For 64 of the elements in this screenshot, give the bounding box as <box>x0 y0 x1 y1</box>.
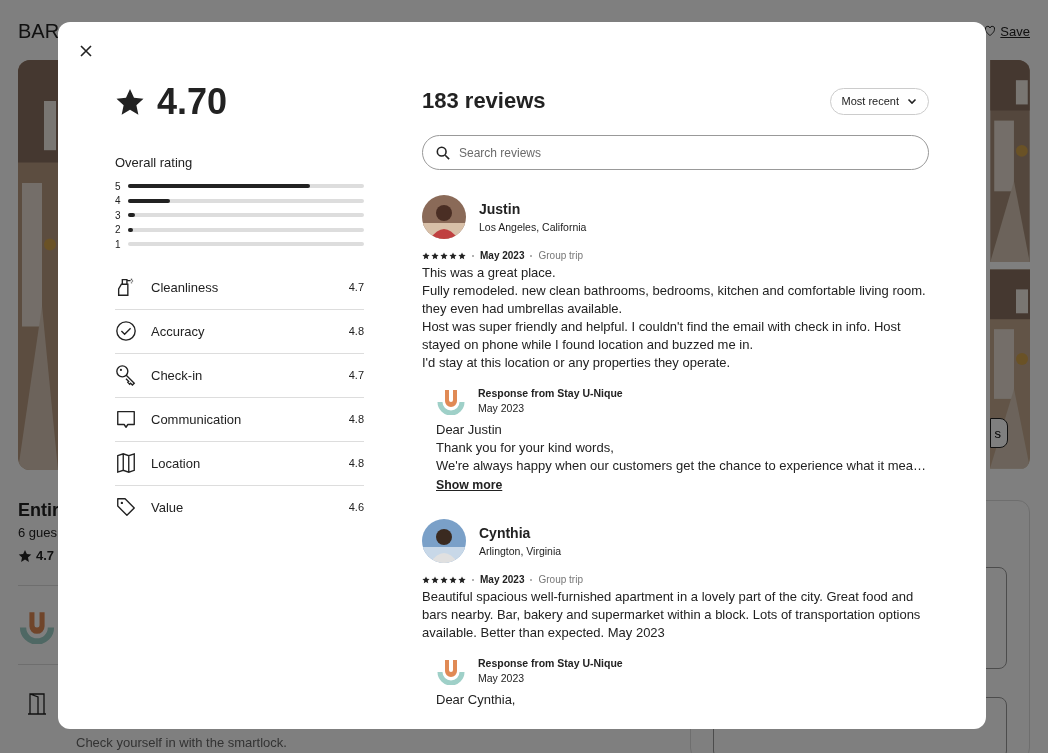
rating-level-label: 1 <box>115 238 122 250</box>
reviewer-location: Arlington, Virginia <box>479 545 562 557</box>
guest-count: 6 gues <box>18 525 58 540</box>
trip-type: Group trip <box>538 574 583 585</box>
rating-value: 4.7 <box>36 548 55 563</box>
listing-type: Entir <box>18 500 59 521</box>
close-icon <box>80 45 92 57</box>
sort-dropdown[interactable]: Most recent <box>829 87 929 115</box>
category-name: Location <box>151 455 202 471</box>
review-date: May 2023 <box>480 574 525 585</box>
review-text: they even had umbrellas available. <box>422 300 624 318</box>
response-title: Response from Stay U-Nique <box>478 656 623 669</box>
star-icon <box>115 87 145 117</box>
overall-score: 4.70 <box>157 81 228 123</box>
chevron-down-icon <box>907 96 917 106</box>
save-link[interactable]: Save <box>984 23 1030 39</box>
review-text: Host was super friendly and helpful. I couldn't find the email with check in info. Host stayed on phone while I found location and buzzed me in. <box>422 318 902 354</box>
category-name: Cleanliness <box>151 279 220 295</box>
review-text: Beautiful spacious well-furnished apartment in a lovely part of the city. Great food and bars nearby. Bar, bakery and supermarket within a block. Lots of transportation options available. Better than expected. May 2023 <box>422 588 922 642</box>
rating-level-label: 3 <box>115 209 122 221</box>
heart-icon <box>984 25 997 37</box>
rating-level-label: 5 <box>115 180 122 192</box>
review-date: May 2023 <box>480 250 525 261</box>
reviews-count: 183 reviews <box>422 88 546 114</box>
category-name: Communication <box>151 411 243 427</box>
category-score: 4.7 <box>348 281 364 293</box>
response-date: May 2023 <box>478 671 526 684</box>
listing-heading: BAR <box>18 19 60 43</box>
category-name: Value <box>151 499 185 515</box>
search-icon <box>436 146 450 160</box>
star-icon <box>18 548 32 563</box>
checkin-note: Check yourself in with the smartlock. <box>76 735 287 750</box>
category-score: 4.7 <box>348 369 364 381</box>
door-icon <box>27 693 47 715</box>
response-date: May 2023 <box>478 401 526 414</box>
rating-level-label: 4 <box>115 195 122 207</box>
category-score: 4.8 <box>348 413 364 425</box>
response-text: We're always happy when our customers get the chance to experience what it mea… <box>436 457 927 475</box>
category-score: 4.8 <box>348 457 364 469</box>
search-field[interactable]: Search reviews <box>422 135 929 170</box>
response-text: Thank you for your kind words, <box>436 439 615 457</box>
show-photos-button[interactable]: s <box>989 418 1008 448</box>
response-text: Dear Justin <box>436 421 503 439</box>
reviewer-name: Cynthia <box>479 525 532 541</box>
trip-type: Group trip <box>538 250 583 261</box>
category-score: 4.6 <box>348 501 364 513</box>
overall-rating-label: Overall rating <box>115 155 194 170</box>
category-score: 4.8 <box>348 325 364 337</box>
category-name: Check-in <box>151 367 204 383</box>
review-text: I'd stay at this location or any properties they operate. <box>422 354 732 372</box>
show-more-link[interactable]: Show more <box>436 476 503 494</box>
response-title: Response from Stay U-Nique <box>478 386 623 399</box>
close-button[interactable] <box>78 43 94 59</box>
check-circle-icon <box>115 319 137 343</box>
tag-icon <box>115 495 137 519</box>
review-text: Fully remodeled. new clean bathrooms, bedrooms, kitchen and comfortable living room. <box>422 282 927 300</box>
reviewer-location: Los Angeles, California <box>479 221 587 233</box>
category-name: Accuracy <box>151 323 206 339</box>
key-icon <box>115 363 137 387</box>
rating-level-label: 2 <box>115 224 122 236</box>
map-icon <box>115 451 137 475</box>
reviewer-name: Justin <box>479 201 522 217</box>
response-text: Dear Cynthia, <box>436 691 517 709</box>
review-text: This was a great place. <box>422 264 557 282</box>
